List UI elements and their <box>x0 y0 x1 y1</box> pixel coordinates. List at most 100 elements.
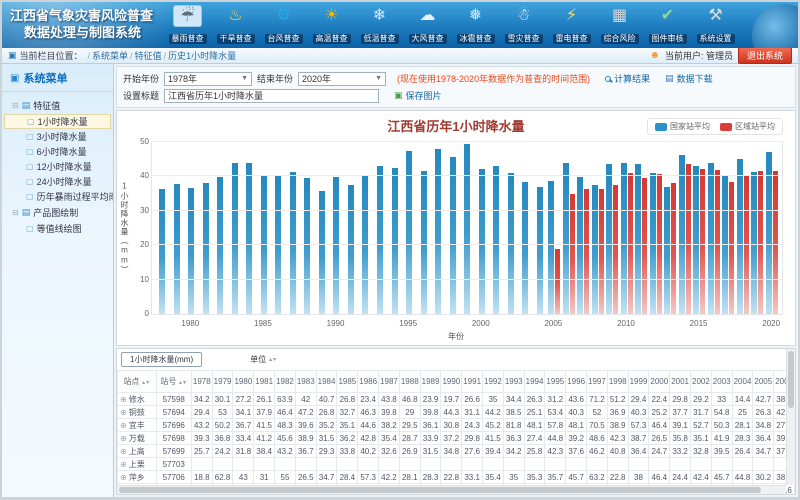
x-axis-tick <box>358 319 372 328</box>
sidebar-item[interactable]: ▢24小时降水量 <box>4 174 111 189</box>
station-column-header[interactable]: 站点 ▴▾ <box>118 371 157 393</box>
row-expand-icon[interactable]: ⊕ <box>120 460 127 469</box>
unit-button[interactable]: 1小时降水量(mm) <box>121 352 202 367</box>
value-cell <box>379 458 400 471</box>
unit-filter[interactable]: 单位 ▴▾ <box>250 354 277 365</box>
legend-label: 区域站平均 <box>735 121 775 132</box>
sidebar-item[interactable]: ▢3小时降水量 <box>4 129 111 144</box>
value-cell: 29.3 <box>316 445 337 458</box>
x-axis-tick <box>735 319 749 328</box>
table-row[interactable]: ⊕萍乡5770618.862.843315526.534.728.457.342… <box>118 471 795 484</box>
table-row[interactable]: ⊕上栗57703 <box>118 458 795 471</box>
value-cell: 31.5 <box>420 445 441 458</box>
value-cell: 42.7 <box>753 393 774 406</box>
x-axis-tick <box>299 319 313 328</box>
chart-title-input[interactable] <box>164 89 379 103</box>
table-row[interactable]: ⊕铜鼓5769429.45334.137.946.447.226.832.746… <box>118 406 795 419</box>
value-cell <box>358 458 379 471</box>
end-year-select[interactable]: 2020年 ▼ <box>298 72 386 86</box>
value-cell: 34.2 <box>191 393 212 406</box>
tree-group-label[interactable]: ⊟▤产品图绘制 <box>4 204 111 221</box>
value-cell <box>753 458 774 471</box>
toolbar-item[interactable]: ▦综合风险 <box>597 5 642 46</box>
toolbar-item[interactable]: ☃雪灾普查 <box>501 5 546 46</box>
station-id-column-header[interactable]: 站号 ▴▾ <box>156 371 191 393</box>
toolbar-item[interactable]: ⚡雷电普查 <box>549 5 594 46</box>
tree-group-label[interactable]: ⊟▤特征值 <box>4 97 111 114</box>
bar-group <box>286 142 301 314</box>
bar-group <box>460 142 475 314</box>
value-cell: 29 <box>399 406 420 419</box>
save-image-button[interactable]: ▣ 保存图片 <box>394 89 442 102</box>
start-year-select[interactable]: 1978年 ▼ <box>164 72 252 86</box>
scrollbar-thumb[interactable] <box>119 487 761 493</box>
row-expand-icon[interactable]: ⊕ <box>120 408 127 417</box>
row-expand-icon[interactable]: ⊕ <box>120 421 127 430</box>
x-axis-tick <box>213 319 227 328</box>
value-cell: 40.3 <box>566 406 587 419</box>
expand-icon[interactable]: ⊟ <box>12 101 19 110</box>
row-expand-icon[interactable]: ⊕ <box>120 434 127 443</box>
calculate-button[interactable]: 计算结果 <box>605 72 650 85</box>
horizontal-scrollbar[interactable] <box>117 485 786 494</box>
value-cell: 25.8 <box>524 445 545 458</box>
bar-group <box>344 142 359 314</box>
sidebar-item[interactable]: ▢12小时降水量 <box>4 159 111 174</box>
x-axis-tick <box>676 319 690 328</box>
value-cell <box>337 458 358 471</box>
toolbar-item[interactable]: ❅冰雹普查 <box>453 5 498 46</box>
breadcrumb-item[interactable]: 系统菜单 <box>92 51 128 61</box>
value-cell: 43.2 <box>275 445 296 458</box>
sidebar-item[interactable]: ▢1小时降水量 <box>4 114 111 129</box>
breadcrumb-item[interactable]: 特征值 <box>135 51 162 61</box>
toolbar-item-label: 冰雹普查 <box>457 34 495 44</box>
legend-item[interactable]: 区域站平均 <box>720 121 775 132</box>
x-axis-tick <box>562 319 576 328</box>
toolbar-item[interactable]: ☀高温普查 <box>309 5 354 46</box>
toolbar-item[interactable]: ☁大风普查 <box>405 5 450 46</box>
toolbar-item[interactable]: ♨干旱普查 <box>213 5 258 46</box>
bar-区域站平均 <box>613 185 618 314</box>
bar-group <box>678 142 693 314</box>
breadcrumb-item[interactable]: 历史1小时降水量 <box>168 51 236 61</box>
expand-icon[interactable]: ⊟ <box>12 208 19 217</box>
bar-国家站平均 <box>377 166 383 314</box>
x-axis-tick <box>721 319 735 328</box>
row-expand-icon[interactable]: ⊕ <box>120 447 127 456</box>
drought-icon: ♨ <box>221 5 250 27</box>
value-cell: 36.7 <box>233 419 254 432</box>
toolbar-item-label: 高温普查 <box>313 34 351 44</box>
value-cell: 24.2 <box>212 445 233 458</box>
row-expand-icon[interactable]: ⊕ <box>120 473 127 482</box>
toolbar-item[interactable]: ☔暴雨普查 <box>165 5 210 46</box>
value-cell: 37.2 <box>441 432 462 445</box>
bar-国家站平均 <box>606 164 612 314</box>
scrollbar-thumb[interactable] <box>788 351 794 408</box>
bar-group <box>692 142 707 314</box>
sidebar-item[interactable]: ▢历年暴雨过程平均雨量 <box>4 189 111 204</box>
table-row[interactable]: ⊕宜丰5769643.250.236.741.548.339.635.235.1… <box>118 419 795 432</box>
calculate-label: 计算结果 <box>614 72 650 85</box>
table-row[interactable]: ⊕修水5759834.230.127.226.163.94240.726.823… <box>118 393 795 406</box>
toolbar-item[interactable]: ⚙台风普查 <box>261 5 306 46</box>
download-button[interactable]: ▤ 数据下载 <box>665 72 713 85</box>
row-expand-icon[interactable]: ⊕ <box>120 395 127 404</box>
bar-国家站平均 <box>421 171 427 314</box>
sidebar-item[interactable]: ▢等值线绘图 <box>4 221 111 236</box>
logout-button[interactable]: 退出系统 <box>738 47 792 64</box>
chart-legend: 国家站平均 区域站平均 <box>647 118 783 135</box>
toolbar-item[interactable]: ⚒系统设置 <box>693 5 738 46</box>
value-cell: 39.6 <box>295 419 316 432</box>
table-row[interactable]: ⊕万载5769839.336.833.441.245.638.931.536.2… <box>118 432 795 445</box>
bar-group <box>416 142 431 314</box>
breadcrumb-separator: / <box>88 51 91 61</box>
value-cell: 42.4 <box>691 471 712 484</box>
legend-item[interactable]: 国家站平均 <box>655 121 710 132</box>
value-cell: 46.4 <box>649 471 670 484</box>
lightning-icon: ⚡ <box>557 5 586 27</box>
sidebar-item[interactable]: ▢6小时降水量 <box>4 144 111 159</box>
toolbar-item[interactable]: ❄低温普查 <box>357 5 402 46</box>
toolbar-item[interactable]: ✔图件审核 <box>645 5 690 46</box>
vertical-scrollbar[interactable] <box>786 349 795 485</box>
table-row[interactable]: ⊕上高5769925.724.231.838.443.236.729.333.8… <box>118 445 795 458</box>
